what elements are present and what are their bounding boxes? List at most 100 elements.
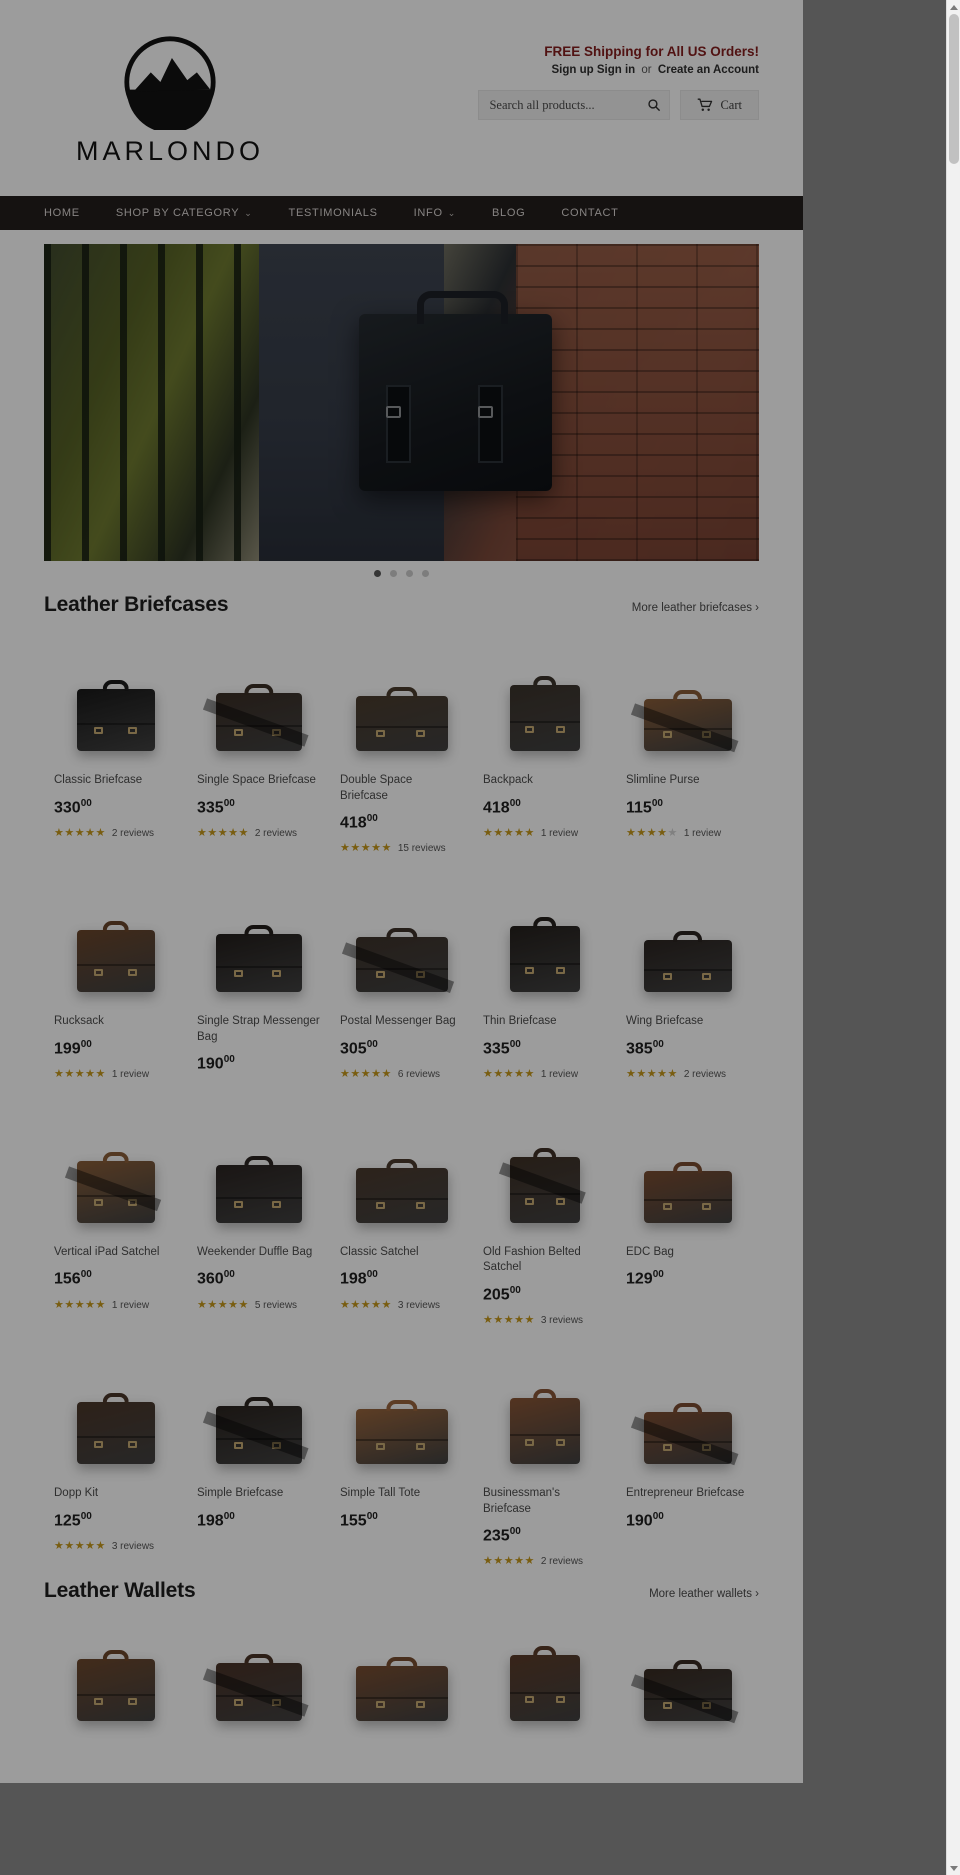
product-card[interactable]: Single Space Briefcase 33500 ★★★★★ 2 review… [187, 643, 330, 854]
product-name[interactable]: Simple Tall Tote [340, 1486, 463, 1502]
nav-item-contact[interactable]: CONTACT [543, 196, 636, 230]
product-name[interactable]: Classic Satchel [340, 1245, 463, 1261]
product-image-wrap[interactable] [340, 643, 463, 751]
product-card[interactable]: Double Space Briefcase 41800 ★★★★★ 15 revie… [330, 643, 473, 854]
scroll-down-arrow-icon[interactable] [947, 1861, 960, 1875]
review-count[interactable]: 3 reviews [398, 1300, 440, 1311]
product-name[interactable]: Old Fashion Belted Satchel [483, 1245, 606, 1276]
review-count[interactable]: 1 review [684, 828, 721, 839]
product-name[interactable]: Single Strap Messenger Bag [197, 1014, 320, 1045]
product-card[interactable] [616, 1629, 759, 1743]
nav-item-shop-by-category[interactable]: SHOP BY CATEGORY ⌄ [98, 196, 271, 230]
product-name[interactable]: Postal Messenger Bag [340, 1014, 463, 1030]
nav-item-info[interactable]: INFO ⌄ [396, 196, 474, 230]
vertical-scrollbar[interactable] [946, 0, 960, 1875]
review-count[interactable]: 5 reviews [255, 1300, 297, 1311]
product-image-wrap[interactable] [340, 1115, 463, 1223]
product-name[interactable]: Entrepreneur Briefcase [626, 1486, 749, 1502]
product-card[interactable]: Slimline Purse 11500 ★★★★★ 1 review [616, 643, 759, 854]
product-card[interactable] [187, 1629, 330, 1743]
product-name[interactable]: Simple Briefcase [197, 1486, 320, 1502]
product-name[interactable]: Weekender Duffle Bag [197, 1245, 320, 1261]
product-image-wrap[interactable] [483, 884, 606, 993]
carousel-dot-2[interactable] [390, 570, 397, 577]
brand-logo[interactable]: MARLONDO [44, 26, 264, 167]
carousel-dot-4[interactable] [422, 570, 429, 577]
nav-item-blog[interactable]: BLOG [474, 196, 543, 230]
review-count[interactable]: 3 reviews [541, 1315, 583, 1326]
product-image-wrap[interactable] [626, 1356, 749, 1466]
product-card[interactable]: Backpack 41800 ★★★★★ 1 review [473, 643, 616, 854]
nav-item-testimonials[interactable]: TESTIMONIALS [271, 196, 396, 230]
review-count[interactable]: 2 reviews [112, 828, 154, 839]
product-image-wrap[interactable] [483, 1115, 606, 1223]
product-name[interactable]: Businessman's Briefcase [483, 1486, 606, 1517]
product-image-wrap[interactable] [483, 1356, 606, 1465]
product-image-wrap[interactable] [483, 1629, 606, 1722]
review-count[interactable]: 1 review [112, 1069, 149, 1080]
carousel-dot-3[interactable] [406, 570, 413, 577]
product-image-wrap[interactable] [483, 643, 606, 751]
carousel-dot-1[interactable] [374, 570, 381, 577]
product-card[interactable]: Thin Briefcase 33500 ★★★★★ 1 review [473, 884, 616, 1084]
product-name[interactable]: Wing Briefcase [626, 1014, 749, 1030]
product-card[interactable]: Wing Briefcase 38500 ★★★★★ 2 reviews [616, 884, 759, 1084]
product-card[interactable]: Vertical iPad Satchel 15600 ★★★★★ 1 review [44, 1115, 187, 1326]
product-image-wrap[interactable] [340, 1629, 463, 1722]
product-card[interactable]: EDC Bag 12900 [616, 1115, 759, 1326]
product-card[interactable] [330, 1629, 473, 1743]
product-image-wrap[interactable] [626, 1629, 749, 1723]
product-name[interactable]: EDC Bag [626, 1245, 749, 1261]
product-image-wrap[interactable] [197, 1115, 320, 1223]
search-input[interactable] [489, 97, 640, 113]
product-card[interactable] [44, 1629, 187, 1743]
hero-carousel[interactable] [0, 230, 803, 581]
product-name[interactable]: Thin Briefcase [483, 1014, 606, 1030]
product-name[interactable]: Vertical iPad Satchel [54, 1245, 177, 1261]
product-card[interactable]: Postal Messenger Bag 30500 ★★★★★ 6 reviews [330, 884, 473, 1084]
product-card[interactable]: Weekender Duffle Bag 36000 ★★★★★ 5 reviews [187, 1115, 330, 1326]
product-card[interactable]: Classic Satchel 19800 ★★★★★ 3 reviews [330, 1115, 473, 1326]
product-card[interactable]: Entrepreneur Briefcase 19000 [616, 1356, 759, 1567]
search-button[interactable] [639, 98, 669, 112]
review-count[interactable]: 3 reviews [112, 1541, 154, 1552]
signup-link[interactable]: Sign up [551, 64, 593, 76]
product-name[interactable]: Backpack [483, 773, 606, 789]
scrollbar-thumb[interactable] [949, 14, 959, 164]
product-image-wrap[interactable] [340, 1356, 463, 1465]
product-card[interactable]: Simple Tall Tote 15500 [330, 1356, 473, 1567]
product-card[interactable]: Old Fashion Belted Satchel 20500 ★★★★★ 3 re… [473, 1115, 616, 1326]
product-card[interactable]: Classic Briefcase 33000 ★★★★★ 2 reviews [44, 643, 187, 854]
product-image-wrap[interactable] [54, 643, 177, 751]
product-name[interactable]: Rucksack [54, 1014, 177, 1030]
section-more-link[interactable]: More leather wallets › [649, 1588, 759, 1600]
product-card[interactable]: Simple Briefcase 19800 [187, 1356, 330, 1567]
scroll-up-arrow-icon[interactable] [947, 0, 960, 14]
nav-item-home[interactable]: HOME [44, 196, 98, 230]
cart-button[interactable]: Cart [680, 90, 759, 120]
product-card[interactable]: Single Strap Messenger Bag 19000 [187, 884, 330, 1084]
product-image-wrap[interactable] [197, 1629, 320, 1722]
review-count[interactable]: 2 reviews [255, 828, 297, 839]
signin-link[interactable]: Sign in [597, 64, 635, 76]
product-image-wrap[interactable] [54, 1115, 177, 1223]
review-count[interactable]: 2 reviews [684, 1069, 726, 1080]
product-name[interactable]: Single Space Briefcase [197, 773, 320, 789]
product-image-wrap[interactable] [626, 1115, 749, 1223]
hero-slide-image[interactable] [44, 244, 759, 561]
create-account-link[interactable]: Create an Account [658, 64, 759, 76]
product-image-wrap[interactable] [54, 1629, 177, 1722]
section-more-link[interactable]: More leather briefcases › [632, 602, 759, 614]
product-name[interactable]: Dopp Kit [54, 1486, 177, 1502]
product-card[interactable] [473, 1629, 616, 1743]
product-name[interactable]: Slimline Purse [626, 773, 749, 789]
product-name[interactable]: Classic Briefcase [54, 773, 177, 789]
product-image-wrap[interactable] [197, 643, 320, 751]
product-image-wrap[interactable] [626, 643, 749, 753]
product-image-wrap[interactable] [54, 884, 177, 993]
search-box[interactable] [478, 90, 671, 120]
product-card[interactable]: Rucksack 19900 ★★★★★ 1 review [44, 884, 187, 1084]
review-count[interactable]: 2 reviews [541, 1556, 583, 1567]
review-count[interactable]: 6 reviews [398, 1069, 440, 1080]
product-name[interactable]: Double Space Briefcase [340, 773, 463, 804]
